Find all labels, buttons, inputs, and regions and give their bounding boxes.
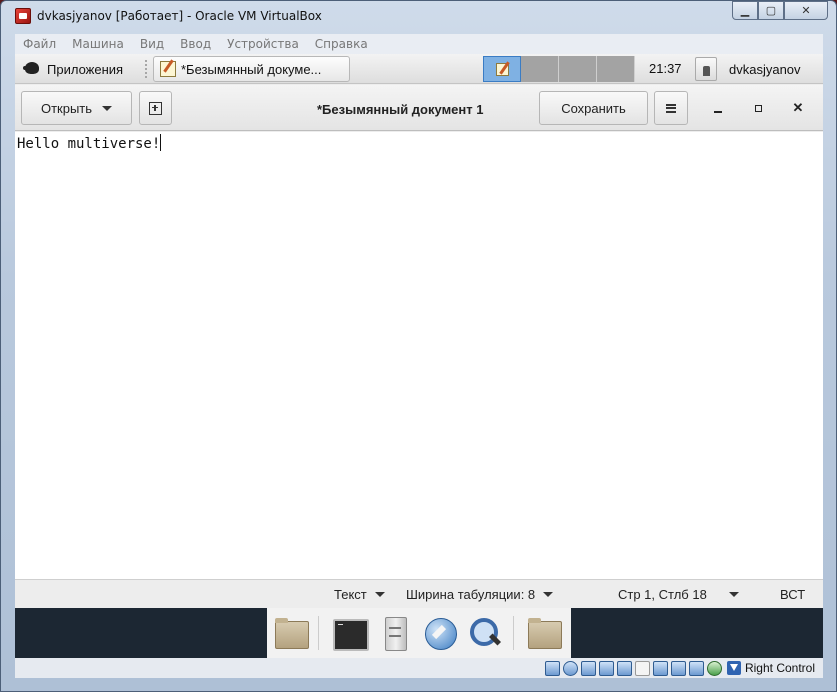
shared-folders-icon[interactable]: [634, 660, 650, 676]
tab-width-selector[interactable]: Ширина табуляции: 8: [406, 587, 554, 602]
save-button[interactable]: Сохранить: [539, 91, 648, 125]
hamburger-menu-button[interactable]: [654, 91, 688, 125]
gedit-headerbar: Открыть *Безымянный документ 1 Сохранить…: [15, 85, 823, 131]
guest-screen[interactable]: Приложения *Безымянный докуме... 21:37 d…: [15, 54, 823, 658]
maximize-button[interactable]: ▢: [758, 1, 784, 20]
vbox-menubar: Файл Машина Вид Ввод Устройства Справка: [15, 34, 823, 54]
gnome-top-panel: Приложения *Безымянный докуме... 21:37 d…: [15, 54, 823, 84]
tab-width-label: Ширина табуляции: 8: [406, 587, 536, 602]
user-status-icon: [695, 57, 717, 81]
chevron-down-icon: [543, 592, 554, 597]
menu-help[interactable]: Справка: [307, 37, 376, 51]
display-icon[interactable]: [652, 660, 668, 676]
gedit-close-button[interactable]: ✕: [790, 100, 806, 116]
optical-drive-icon[interactable]: [562, 660, 578, 676]
username: dvkasjyanov: [729, 61, 801, 77]
gedit-maximize-button[interactable]: [750, 100, 766, 116]
workspace-4[interactable]: [597, 56, 635, 82]
virtualization-icon[interactable]: [688, 660, 704, 676]
insert-mode-indicator[interactable]: ВСТ: [780, 587, 805, 602]
hard-disk-icon[interactable]: [544, 660, 560, 676]
search-icon[interactable]: [467, 615, 500, 651]
file-cabinet-icon[interactable]: [377, 615, 410, 651]
taskbar-button-gedit[interactable]: *Безымянный докуме...: [153, 56, 350, 82]
chevron-down-icon: [728, 592, 739, 597]
audio-icon[interactable]: [580, 660, 596, 676]
new-document-icon: [149, 101, 162, 115]
user-menu[interactable]: dvkasjyanov: [695, 56, 801, 82]
usb-icon[interactable]: [616, 660, 632, 676]
open-button-label: Открыть: [40, 100, 93, 116]
open-button[interactable]: Открыть: [21, 91, 132, 125]
network-icon[interactable]: [598, 660, 614, 676]
menu-machine[interactable]: Машина: [64, 37, 132, 51]
gnome-foot-icon: [21, 60, 43, 78]
arrow-down-icon: [726, 661, 741, 675]
menu-devices[interactable]: Устройства: [219, 37, 307, 51]
clock[interactable]: 21:37: [649, 61, 682, 76]
virtualbox-window: dvkasjyanov [Работает] - Oracle VM Virtu…: [0, 0, 837, 692]
close-button[interactable]: ✕: [784, 1, 828, 20]
text-editor-area[interactable]: Hello multiverse!: [15, 132, 823, 579]
window-controls: ▁ ▢ ✕: [732, 1, 828, 20]
text-cursor: [160, 134, 162, 151]
video-capture-icon[interactable]: [670, 660, 686, 676]
web-browser-icon[interactable]: [422, 615, 458, 651]
menu-file[interactable]: Файл: [15, 37, 64, 51]
mouse-integration-icon[interactable]: [706, 660, 722, 676]
folder-icon[interactable]: [273, 615, 310, 651]
taskbar-button-label: *Безымянный докуме...: [181, 61, 322, 77]
applications-label: Приложения: [47, 61, 124, 77]
folder-icon[interactable]: [526, 615, 563, 651]
workspace-2[interactable]: [521, 56, 559, 82]
document-title: *Безымянный документ 1: [317, 102, 484, 117]
virtualbox-app-icon[interactable]: [15, 8, 31, 24]
text-editor-icon: [495, 62, 509, 76]
editor-text: Hello multiverse!: [17, 136, 161, 152]
host-key-label: Right Control: [744, 661, 815, 675]
vbox-statusbar: Right Control: [15, 658, 823, 678]
workspace-3[interactable]: [559, 56, 597, 82]
vbox-titlebar[interactable]: dvkasjyanov [Работает] - Oracle VM Virtu…: [1, 1, 836, 31]
chevron-down-icon: [102, 105, 113, 111]
dock-separator: [318, 616, 320, 650]
syntax-language-selector[interactable]: Текст: [334, 587, 385, 602]
new-tab-button[interactable]: [139, 91, 172, 125]
panel-separator: [145, 60, 149, 78]
minimize-button[interactable]: ▁: [732, 1, 758, 20]
dock-launchers: [267, 608, 571, 658]
workspace-1[interactable]: [483, 56, 521, 82]
gedit-minimize-button[interactable]: [710, 100, 726, 116]
vbox-window-title: dvkasjyanov [Работает] - Oracle VM Virtu…: [37, 9, 322, 23]
gedit-statusbar: Текст Ширина табуляции: 8 Стр 1, Стлб 18…: [15, 579, 823, 608]
hamburger-icon: [666, 103, 676, 113]
host-key-indicator[interactable]: Right Control: [726, 661, 815, 675]
workspace-switcher: [483, 56, 635, 82]
terminal-icon[interactable]: [331, 615, 370, 651]
menu-input[interactable]: Ввод: [172, 37, 219, 51]
text-editor-icon: [160, 61, 176, 77]
cursor-position-label: Стр 1, Стлб 18: [618, 587, 707, 602]
bottom-dock: [15, 608, 823, 658]
cursor-position-selector[interactable]: Стр 1, Стлб 18: [618, 587, 739, 602]
applications-menu[interactable]: Приложения: [21, 58, 123, 80]
chevron-down-icon: [374, 592, 385, 597]
menu-view[interactable]: Вид: [132, 37, 172, 51]
syntax-language-label: Текст: [334, 587, 367, 602]
dock-separator: [512, 616, 514, 650]
